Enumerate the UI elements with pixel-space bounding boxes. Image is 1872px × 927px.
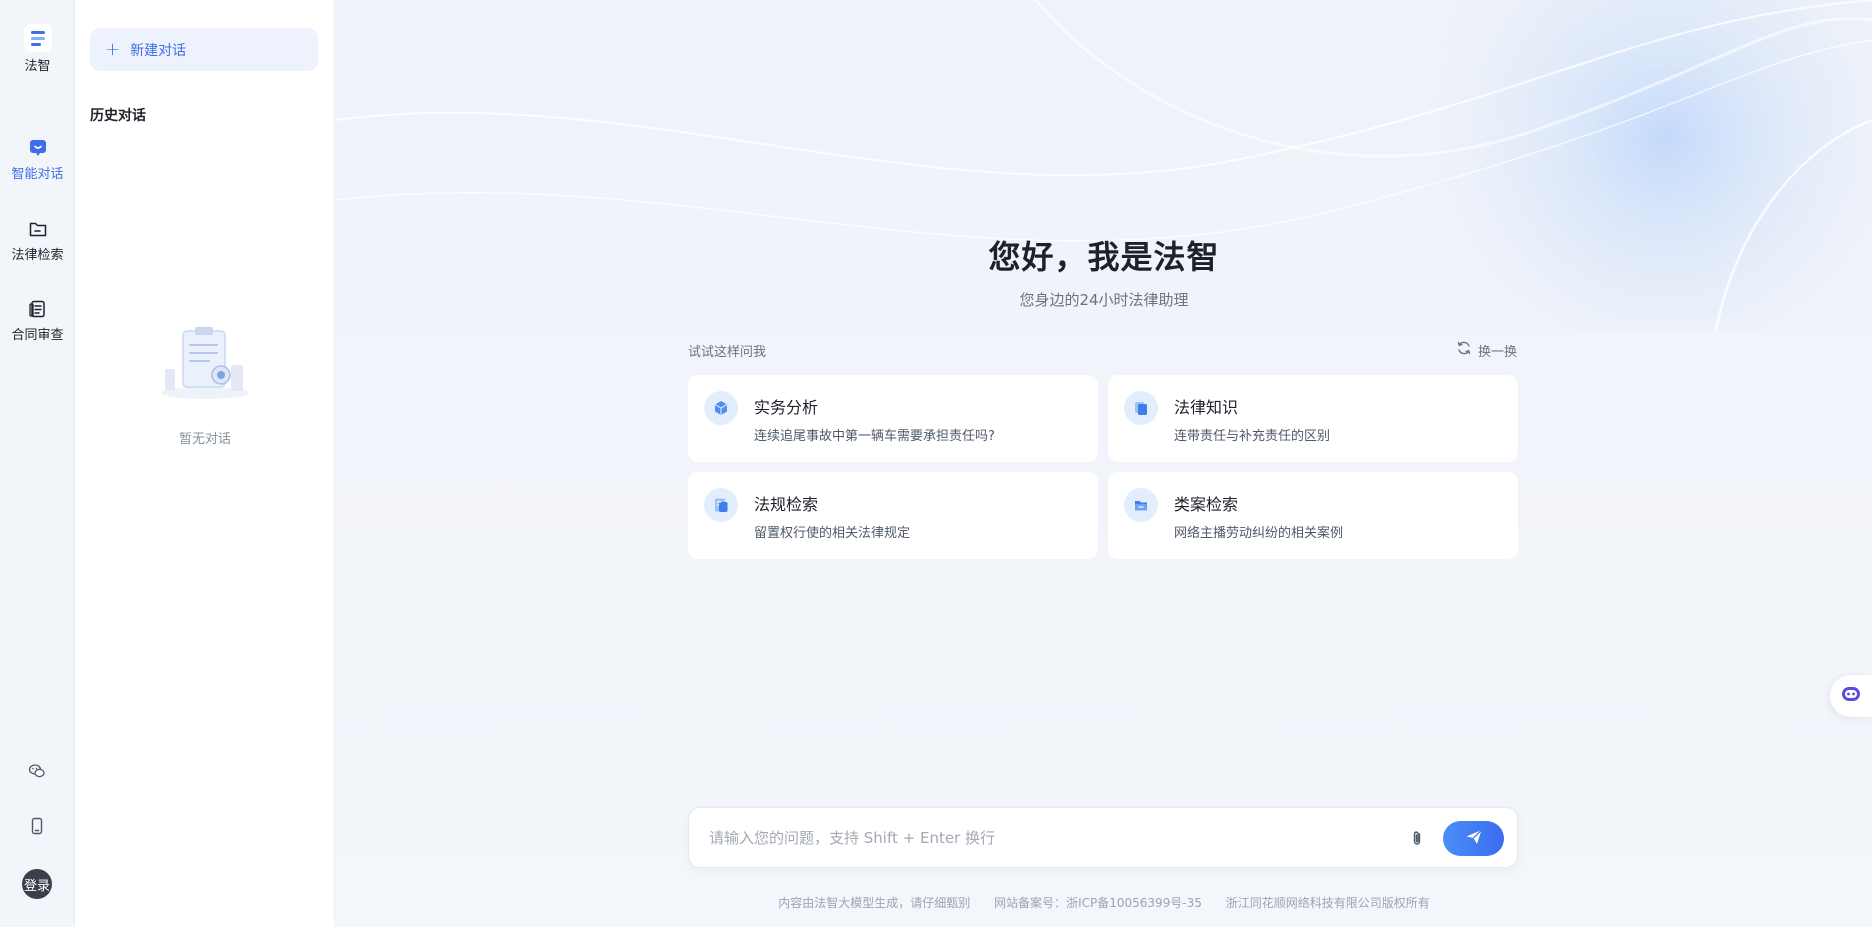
assistant-bot-button[interactable]	[1830, 675, 1872, 717]
refresh-icon	[1456, 340, 1472, 360]
paper-plane-icon	[1464, 827, 1484, 851]
cube-icon	[704, 391, 738, 425]
wechat-icon[interactable]	[26, 760, 48, 782]
suggestion-card-legal-knowledge[interactable]: 法律知识 连带责任与补充责任的区别	[1108, 375, 1518, 462]
empty-history-text: 暂无对话	[178, 432, 231, 447]
card-description: 连续追尾事故中第一辆车需要承担责任吗?	[754, 429, 995, 444]
send-button[interactable]	[1443, 821, 1504, 856]
rail-item-legal-search[interactable]: 法律检索	[0, 218, 75, 263]
refresh-label: 换一换	[1478, 344, 1518, 360]
login-button[interactable]: 登录	[22, 869, 52, 899]
document-review-icon	[27, 298, 49, 320]
history-sidebar: + 新建对话 历史对话 暂无对话	[75, 0, 335, 927]
book-icon	[1124, 391, 1158, 425]
card-title: 类案检索	[1174, 495, 1239, 514]
refresh-suggestions-button[interactable]: 换一换	[1456, 340, 1517, 360]
app-logo[interactable]: 法智	[0, 24, 75, 74]
card-title: 法规检索	[754, 495, 819, 514]
history-title: 历史对话	[90, 108, 146, 124]
chat-input-box	[688, 807, 1518, 868]
suggestion-card-case-search[interactable]: 类案检索 网络主播劳动纠纷的相关案例	[1108, 472, 1518, 559]
card-description: 网络主播劳动纠纷的相关案例	[1174, 526, 1344, 541]
plus-icon: +	[105, 38, 121, 60]
greeting-subtitle: 您身边的24小时法律助理	[1019, 291, 1189, 309]
background-wave-decoration	[336, 0, 1872, 330]
chat-bubble-icon	[27, 137, 49, 159]
rail-item-smart-chat[interactable]: 智能对话	[0, 137, 75, 182]
footer-icp-link[interactable]: 网站备案号：浙ICP备10056399号-35	[994, 896, 1202, 910]
suggestion-card-practice-analysis[interactable]: 实务分析 连续追尾事故中第一辆车需要承担责任吗?	[688, 375, 1098, 462]
folder-icon	[1124, 488, 1158, 522]
new-chat-label: 新建对话	[130, 42, 187, 59]
footer-disclaimer: 内容由法智大模型生成，请仔细甄别	[778, 896, 971, 910]
logo-text: 法智	[24, 59, 51, 74]
card-description: 连带责任与补充责任的区别	[1174, 429, 1331, 444]
card-title: 实务分析	[754, 398, 819, 417]
card-description: 留置权行使的相关法律规定	[754, 526, 911, 541]
suggestion-card-regulation-search[interactable]: 法规检索 留置权行使的相关法律规定	[688, 472, 1098, 559]
chat-input[interactable]	[709, 822, 1349, 854]
greeting-title: 您好，我是法智	[988, 238, 1220, 276]
mobile-phone-icon[interactable]	[26, 815, 48, 837]
rail-item-contract-review[interactable]: 合同审查	[0, 298, 75, 343]
new-chat-button[interactable]: + 新建对话	[90, 28, 318, 71]
footer: 内容由法智大模型生成，请仔细甄别 网站备案号：浙ICP备10056399号-35…	[336, 894, 1872, 911]
document-search-icon	[704, 488, 738, 522]
empty-clipboard-icon	[157, 325, 253, 401]
logo-icon	[23, 24, 52, 52]
folder-search-icon	[27, 218, 49, 240]
card-title: 法律知识	[1174, 398, 1239, 417]
left-rail: 法智 智能对话 法律检索 合同审查 登录	[0, 0, 75, 927]
main-panel: 您好，我是法智 您身边的24小时法律助理 试试这样问我 换一换 实务分析 连续追…	[336, 0, 1872, 927]
rail-item-label: 智能对话	[11, 167, 64, 182]
rail-item-label: 合同审查	[11, 328, 64, 343]
footer-copyright: 浙江同花顺网络科技有限公司版权所有	[1225, 896, 1430, 910]
rail-item-label: 法律检索	[11, 248, 64, 263]
attachment-clip-icon[interactable]	[1406, 827, 1428, 849]
robot-face-icon	[1839, 682, 1863, 710]
suggestions-label: 试试这样问我	[688, 345, 767, 360]
